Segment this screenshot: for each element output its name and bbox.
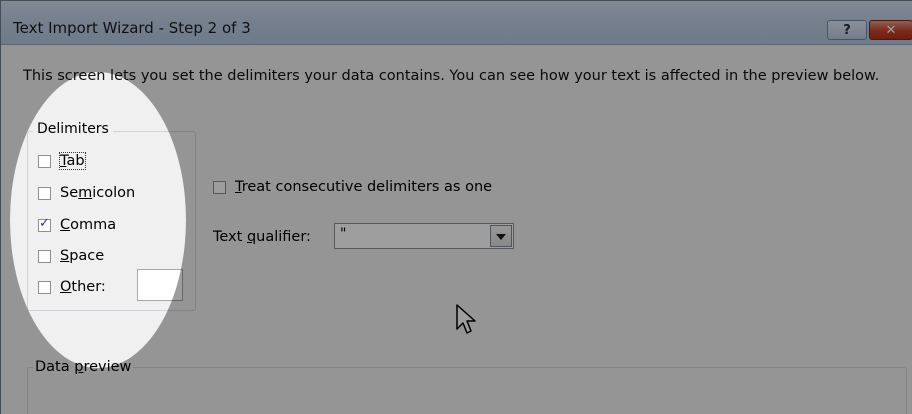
other-label: Other: xyxy=(60,279,106,295)
delimiters-group-label: Delimiters xyxy=(33,121,113,137)
comma-label: Comma xyxy=(60,217,117,233)
text-qualifier-select[interactable]: " xyxy=(334,223,514,249)
dialog-title: Text Import Wizard - Step 2 of 3 xyxy=(13,19,251,37)
consecutive-delimiters-label: Treat consecutive delimiters as one xyxy=(235,179,493,195)
delimiter-comma-option[interactable]: Comma xyxy=(38,214,116,236)
consecutive-delimiters-option[interactable]: Treat consecutive delimiters as one xyxy=(213,179,492,195)
space-checkbox[interactable] xyxy=(38,249,51,263)
text-qualifier-label: Text qualifier: xyxy=(213,229,311,245)
semicolon-checkbox[interactable] xyxy=(38,186,51,200)
mouse-pointer-icon xyxy=(456,304,476,334)
tab-checkbox[interactable] xyxy=(38,154,51,168)
delimiter-semicolon-option[interactable]: Semicolon xyxy=(38,182,135,204)
tab-label: Tab xyxy=(59,152,86,170)
semicolon-label: Semicolon xyxy=(60,185,136,201)
close-icon: ✕ xyxy=(885,22,897,38)
space-label: Space xyxy=(60,248,105,264)
text-qualifier-value: " xyxy=(340,226,347,242)
comma-checkbox[interactable] xyxy=(38,216,51,232)
delimiter-tab-option[interactable]: Tab xyxy=(38,150,86,172)
data-preview-label: Data preview xyxy=(33,359,134,375)
other-delimiter-input[interactable] xyxy=(137,269,183,301)
chevron-down-icon[interactable] xyxy=(490,225,512,247)
intro-text: This screen lets you set the delimiters … xyxy=(23,68,880,84)
help-button[interactable]: ? xyxy=(827,20,867,40)
help-icon: ? xyxy=(843,22,851,38)
close-button[interactable]: ✕ xyxy=(869,20,912,40)
data-preview-group xyxy=(27,367,907,414)
delimiter-other-option[interactable]: Other: xyxy=(38,276,106,298)
title-bar[interactable]: Text Import Wizard - Step 2 of 3 ? ✕ xyxy=(1,1,912,45)
text-import-wizard-dialog: Text Import Wizard - Step 2 of 3 ? ✕ Thi… xyxy=(0,0,912,414)
delimiter-space-option[interactable]: Space xyxy=(38,245,104,267)
consecutive-delimiters-checkbox[interactable] xyxy=(213,180,226,194)
other-checkbox[interactable] xyxy=(38,280,51,294)
